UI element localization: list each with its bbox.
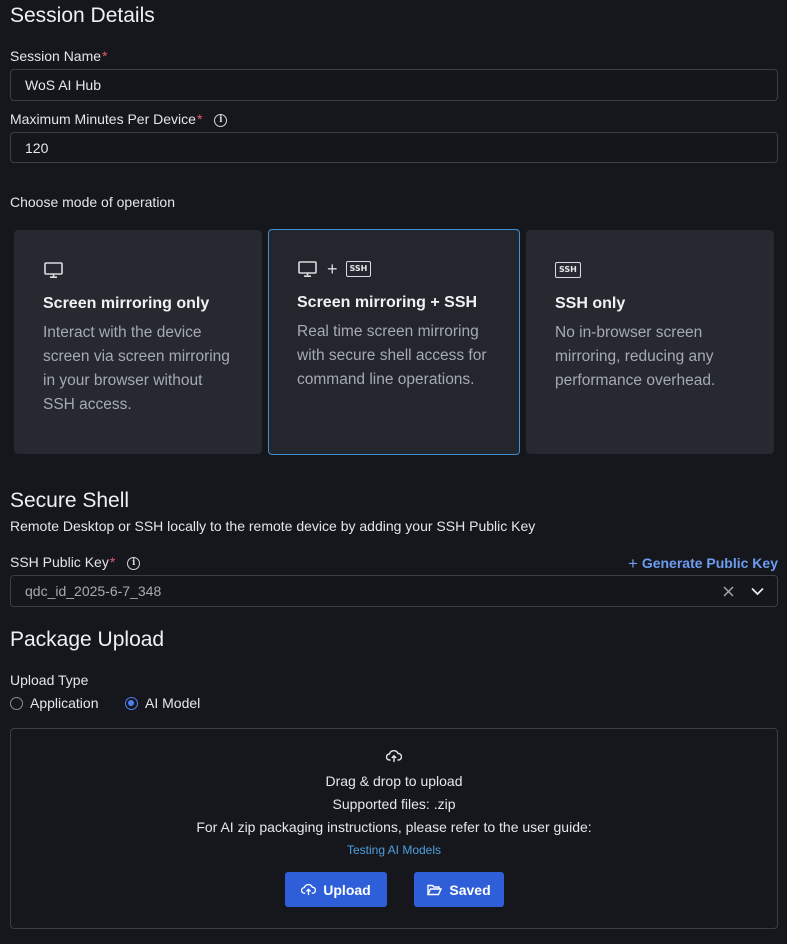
ssh-badge-icon: SSH [555, 262, 581, 278]
radio-label: AI Model [145, 695, 201, 711]
radio-button[interactable] [10, 696, 23, 710]
chevron-down-icon[interactable] [751, 587, 764, 596]
mode-label: Choose mode of operation [10, 194, 175, 210]
saved-button[interactable]: Saved [414, 872, 504, 907]
ssh-key-label: SSH Public Key* i [10, 554, 141, 570]
mode-card-ssh-only[interactable]: SSH SSH only No in-browser screen mirror… [526, 230, 774, 454]
ssh-key-value: qdc_id_2025-6-7_348 [25, 583, 162, 599]
session-details-heading: Session Details [10, 4, 155, 27]
mode-card-desc: Real time screen mirroring with secure s… [297, 323, 487, 388]
ssh-key-label-text: SSH Public Key [10, 554, 109, 570]
ssh-icon: SSH [555, 261, 747, 279]
upload-type-label: Upload Type [10, 672, 89, 688]
radio-application[interactable]: Application [10, 695, 99, 711]
upload-dropzone[interactable]: Drag & drop to upload Supported files: .… [10, 728, 778, 929]
upload-button[interactable]: Upload [285, 872, 387, 907]
drop-text: Drag & drop to upload [325, 773, 463, 789]
session-name-label-text: Session Name [10, 48, 102, 64]
ssh-key-select[interactable]: qdc_id_2025-6-7_348 [10, 575, 778, 607]
secure-shell-heading: Secure Shell [10, 489, 130, 512]
radio-label: Application [30, 695, 99, 711]
max-minutes-label-text: Maximum Minutes Per Device [10, 111, 196, 127]
required-mark: * [109, 554, 116, 570]
generate-public-key-link[interactable]: + Generate Public Key [628, 554, 778, 574]
monitor-icon [298, 261, 317, 278]
generate-public-key-text: Generate Public Key [641, 555, 778, 571]
session-name-input[interactable] [10, 69, 778, 101]
required-mark: * [102, 48, 108, 64]
clear-icon[interactable] [723, 586, 734, 597]
mode-card-mirroring-ssh[interactable]: + SSH Screen mirroring + SSH Real time s… [268, 229, 520, 455]
package-upload-heading: Package Upload [10, 628, 165, 651]
required-mark: * [196, 111, 203, 127]
secure-shell-subtitle: Remote Desktop or SSH locally to the rem… [10, 518, 536, 534]
user-guide-link-text[interactable]: Testing AI Models [347, 843, 441, 857]
upload-button-label: Upload [323, 881, 371, 898]
user-guide-link: Testing AI Models [11, 843, 777, 857]
folder-open-icon [427, 884, 443, 895]
plus-icon: + [628, 554, 638, 573]
monitor-plus-ssh-icon: + SSH [297, 258, 493, 279]
cloud-upload-icon [301, 883, 317, 896]
cloud-upload-icon [386, 750, 402, 762]
monitor-icon [43, 261, 235, 279]
radio-ai-model[interactable]: AI Model [125, 695, 200, 711]
mode-card-title: Screen mirroring only [43, 295, 210, 312]
mode-card-title: Screen mirroring + SSH [297, 294, 478, 311]
mode-card-title: SSH only [555, 295, 626, 312]
info-icon[interactable]: i [127, 556, 141, 570]
info-icon[interactable]: i [214, 113, 228, 127]
mode-card-screen-mirroring[interactable]: Screen mirroring only Interact with the … [14, 230, 262, 454]
supported-files-text: Supported files: .zip [332, 796, 456, 812]
ssh-badge-icon: SSH [345, 261, 372, 277]
plus-icon: + [327, 258, 338, 279]
saved-button-label: Saved [449, 881, 491, 898]
instructions-text: For AI zip packaging instructions, pleas… [196, 819, 592, 835]
mode-card-desc: Interact with the device screen via scre… [43, 324, 230, 413]
session-name-label: Session Name* [10, 48, 108, 64]
radio-button[interactable] [125, 696, 138, 710]
mode-card-desc: No in-browser screen mirroring, reducing… [555, 324, 716, 389]
max-minutes-input[interactable] [10, 132, 778, 163]
max-minutes-label: Maximum Minutes Per Device* i [10, 111, 228, 127]
